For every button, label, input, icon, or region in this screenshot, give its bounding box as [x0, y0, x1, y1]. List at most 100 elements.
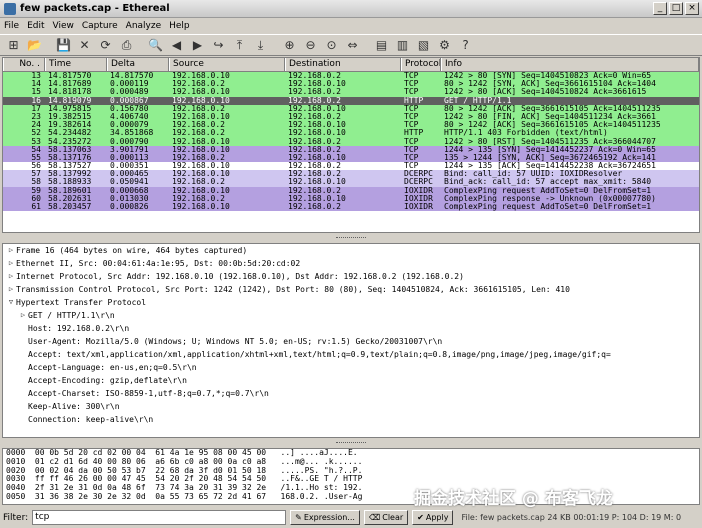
col-delta[interactable]: Delta: [107, 58, 169, 71]
tree-node[interactable]: User-Agent: Mozilla/5.0 (Windows; U; Win…: [3, 335, 699, 348]
packet-details-tree[interactable]: ▷ Frame 16 (464 bytes on wire, 464 bytes …: [2, 243, 700, 438]
packet-cell-time: 14.818178: [48, 88, 92, 97]
tree-node[interactable]: Accept-Language: en-us,en;q=0.5\r\n: [3, 361, 699, 374]
open-icon[interactable]: ⊞: [4, 36, 23, 54]
tree-node[interactable]: Accept-Charset: ISO-8859-1,utf-8;q=0.7,*…: [3, 387, 699, 400]
filter-icon[interactable]: ▤: [372, 36, 391, 54]
packet-row[interactable]: 57 58.137992 0.000465 192.168.0.10 192.168.0…: [3, 170, 699, 179]
print-icon[interactable]: ⎙: [117, 36, 136, 54]
zoom-normal-icon[interactable]: ⊙: [322, 36, 341, 54]
menu-capture[interactable]: Capture: [82, 21, 118, 31]
packet-row[interactable]: 52 54.234482 34.851868 192.168.0.2 192.168.0…: [3, 129, 699, 138]
back-icon[interactable]: ◀: [167, 36, 186, 54]
watermark: 掘金技术社区 @ 布客飞龙: [414, 489, 613, 509]
menu-file[interactable]: File: [4, 21, 19, 31]
col-info[interactable]: Info: [441, 58, 699, 71]
packet-row[interactable]: 15 14.818178 0.000489 192.168.0.10 192.168.0…: [3, 88, 699, 97]
packet-cell-proto: TCP: [404, 72, 419, 80]
folder-icon[interactable]: 📂: [25, 36, 44, 54]
packet-cell-info: Bind: call_id: 57 UUID: IOXIDResolver: [444, 170, 623, 179]
forward-icon[interactable]: ▶: [188, 36, 207, 54]
tree-node-label: Host: 192.168.0.2\r\n: [28, 324, 130, 333]
packet-cell-src: 192.168.0.2: [172, 178, 225, 187]
packet-cell-proto: TCP: [404, 153, 419, 162]
tree-node[interactable]: Keep-Alive: 300\r\n: [3, 400, 699, 413]
tree-node-label: Hypertext Transfer Protocol: [16, 298, 147, 307]
maximize-icon[interactable]: □: [669, 2, 683, 15]
packet-row[interactable]: 56 58.137527 0.000351 192.168.0.10 192.168.0…: [3, 162, 699, 171]
tree-node[interactable]: ▽ Hypertext Transfer Protocol: [3, 296, 699, 309]
pane-splitter[interactable]: [0, 234, 702, 242]
col-destination[interactable]: Destination: [285, 58, 401, 71]
zoom-in-icon[interactable]: ⊕: [280, 36, 299, 54]
save-icon[interactable]: 💾: [54, 36, 73, 54]
packet-row[interactable]: 61 58.203457 0.000826 192.168.0.10 192.168.0…: [3, 203, 699, 212]
menu-edit[interactable]: Edit: [27, 21, 44, 31]
pane-splitter-2[interactable]: [0, 439, 702, 447]
col-time[interactable]: Time: [45, 58, 107, 71]
expand-icon[interactable]: ▷: [6, 270, 16, 283]
packet-row[interactable]: 23 19.382515 4.406740 192.168.0.10 192.168.0…: [3, 112, 699, 122]
prefs-icon[interactable]: ⚙: [435, 36, 454, 54]
tree-node[interactable]: ▷ Ethernet II, Src: 00:04:61:4a:1e:95, Ds…: [3, 257, 699, 270]
packet-cell-info: 1242 > 80 [RST] Seq=1404511235 Ack=36604…: [444, 137, 656, 146]
packet-cell-delta: 0.000867: [110, 96, 149, 105]
tree-node[interactable]: Host: 192.168.0.2\r\n: [3, 322, 699, 335]
apply-button[interactable]: ✔ Apply: [412, 510, 454, 525]
col-no[interactable]: No. .: [3, 58, 45, 71]
packet-cell-proto: HTTP: [404, 129, 424, 138]
packet-list-header: No. . Time Delta Source Destination Prot…: [3, 58, 699, 72]
resize-icon[interactable]: ⇔: [343, 36, 362, 54]
tree-node[interactable]: ▷ Internet Protocol, Src Addr: 192.168.0.…: [3, 270, 699, 283]
collapse-icon[interactable]: ▽: [6, 296, 16, 309]
zoom-out-icon[interactable]: ⊖: [301, 36, 320, 54]
packet-row[interactable]: 13 14.817570 14.817570 192.168.0.10 192.168.…: [3, 72, 699, 81]
expression-button[interactable]: ✎ Expression...: [290, 510, 360, 525]
close-icon[interactable]: ✕: [75, 36, 94, 54]
apply-label: Apply: [425, 513, 449, 522]
tree-node[interactable]: ▷ Transmission Control Protocol, Src Port…: [3, 283, 699, 296]
col-source[interactable]: Source: [169, 58, 285, 71]
packet-row[interactable]: 58 58.188933 0.050941 192.168.0.2 192.168.0.…: [3, 178, 699, 187]
packet-row[interactable]: 55 58.137176 0.000113 192.168.0.2 192.168.0.…: [3, 153, 699, 163]
packet-row[interactable]: 60 58.202631 0.013030 192.168.0.2 192.168.0.…: [3, 194, 699, 203]
display-filter-icon[interactable]: ▥: [393, 36, 412, 54]
packet-row[interactable]: 17 14.975815 0.156780 192.168.0.2 192.168.0.…: [3, 104, 699, 113]
packet-cell-dst: 192.168.0.10: [288, 178, 346, 187]
goto-icon[interactable]: ↪: [209, 36, 228, 54]
tree-node[interactable]: Accept: text/xml,application/xml,applica…: [3, 348, 699, 361]
packet-cell-proto: DCERPC: [404, 170, 433, 179]
tree-node[interactable]: ▷ GET / HTTP/1.1\r\n: [3, 309, 699, 322]
expand-icon[interactable]: ▷: [6, 257, 16, 270]
menu-analyze[interactable]: Analyze: [126, 21, 161, 31]
help-icon[interactable]: ?: [456, 36, 475, 54]
packet-list[interactable]: No. . Time Delta Source Destination Prot…: [2, 57, 700, 233]
packet-cell-delta: 4.406740: [110, 112, 149, 121]
close-icon[interactable]: ×: [685, 2, 699, 15]
expand-icon[interactable]: ▷: [6, 283, 16, 296]
packet-row[interactable]: 14 14.817689 0.000119 192.168.0.2 192.168.0.…: [3, 80, 699, 89]
packet-cell-src: 192.168.0.10: [172, 186, 230, 195]
first-icon[interactable]: ⤒: [230, 36, 249, 54]
minimize-icon[interactable]: _: [653, 2, 667, 15]
packet-cell-no: 15: [31, 88, 41, 97]
packet-row[interactable]: 53 54.235272 0.000790 192.168.0.10 192.168.0…: [3, 137, 699, 146]
packet-row[interactable]: 24 19.382614 0.000079 192.168.0.2 192.168.0.…: [3, 121, 699, 130]
packet-row[interactable]: 54 58.137063 3.901791 192.168.0.10 192.168.0…: [3, 145, 699, 154]
tree-node[interactable]: Accept-Encoding: gzip,deflate\r\n: [3, 374, 699, 387]
expand-icon[interactable]: ▷: [18, 309, 28, 322]
find-icon[interactable]: 🔍: [146, 36, 165, 54]
reload-icon[interactable]: ⟳: [96, 36, 115, 54]
menu-view[interactable]: View: [53, 21, 74, 31]
col-protocol[interactable]: Protocol: [401, 58, 441, 71]
menu-help[interactable]: Help: [169, 21, 190, 31]
tree-node[interactable]: ▷ Frame 16 (464 bytes on wire, 464 bytes …: [3, 244, 699, 257]
tree-node[interactable]: Connection: keep-alive\r\n: [3, 413, 699, 426]
last-icon[interactable]: ⤓: [251, 36, 270, 54]
clear-button[interactable]: ⌫ Clear: [363, 510, 409, 525]
packet-row[interactable]: 59 58.189601 0.000668 192.168.0.10 192.168.0…: [3, 186, 699, 195]
packet-row[interactable]: 16 14.819079 0.000867 192.168.0.10 192.168.0…: [3, 96, 699, 105]
coloring-icon[interactable]: ▧: [414, 36, 433, 54]
expand-icon[interactable]: ▷: [6, 244, 16, 257]
filter-input[interactable]: tcp: [32, 510, 287, 525]
